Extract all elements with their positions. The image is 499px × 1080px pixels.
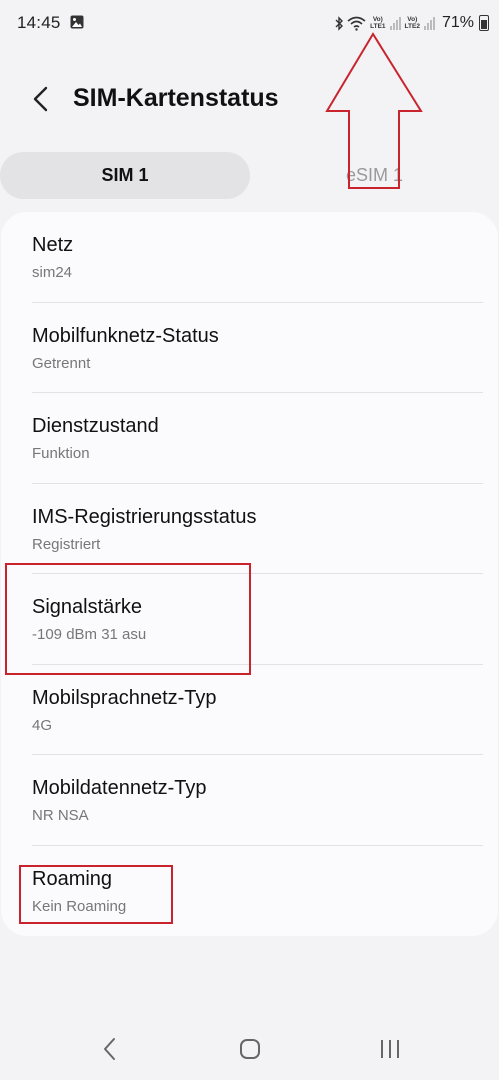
battery-percent: 71% bbox=[441, 14, 474, 31]
list-item-dienstzustand: Dienstzustand Funktion bbox=[1, 393, 498, 484]
row-value: Funktion bbox=[32, 445, 90, 462]
nav-recents-icon[interactable] bbox=[370, 1036, 410, 1062]
row-value: NR NSA bbox=[32, 807, 89, 824]
row-label: IMS-Registrierungsstatus bbox=[32, 505, 257, 528]
row-value: 4G bbox=[32, 716, 53, 734]
list-item-netz: Netz sim24 bbox=[1, 212, 498, 303]
row-value: sim24 bbox=[32, 264, 73, 281]
row-value: Registriert bbox=[32, 535, 101, 553]
list-item-mobildatennetz-typ: Mobildatennetz-Typ NR NSA bbox=[1, 755, 498, 846]
list-item-mobilfunknetz-status: Mobilfunknetz-Status Getrennt bbox=[1, 303, 498, 393]
row-value: Getrennt bbox=[32, 354, 91, 372]
nav-back-icon[interactable] bbox=[90, 1036, 130, 1062]
bluetooth-icon bbox=[335, 15, 344, 31]
battery-icon bbox=[479, 15, 489, 31]
sim1-volte-badge: Vo) LTE1 bbox=[370, 16, 386, 30]
signal-icon bbox=[423, 16, 435, 30]
tab-sim1[interactable]: SIM 1 bbox=[0, 152, 250, 199]
annotation-arrow bbox=[325, 32, 423, 189]
row-label: Dienstzustand bbox=[32, 415, 159, 437]
navigation-bar bbox=[0, 1010, 499, 1080]
page-title: SIM-Kartenstatus bbox=[73, 84, 279, 112]
status-time: 14:45 bbox=[17, 13, 61, 32]
sim2-volte-badge: Vo) LTE2 bbox=[404, 16, 420, 30]
annotation-box-roaming bbox=[19, 865, 173, 924]
wifi-icon bbox=[347, 16, 366, 31]
row-label: Mobilfunknetz-Status bbox=[32, 324, 219, 347]
image-icon bbox=[70, 15, 84, 29]
annotation-box-signal bbox=[5, 563, 251, 675]
signal-icon bbox=[389, 16, 401, 30]
back-arrow-icon[interactable] bbox=[26, 82, 56, 116]
row-label: Mobilsprachnetz-Typ bbox=[32, 686, 217, 709]
nav-home-icon[interactable] bbox=[230, 1036, 270, 1062]
list-item-mobilsprachnetz-typ: Mobilsprachnetz-Typ 4G bbox=[1, 665, 498, 755]
row-label: Netz bbox=[32, 234, 74, 256]
row-label: Mobildatennetz-Typ bbox=[32, 777, 207, 799]
list-item-ims-registrierungsstatus: IMS-Registrierungsstatus Registriert bbox=[1, 484, 498, 574]
